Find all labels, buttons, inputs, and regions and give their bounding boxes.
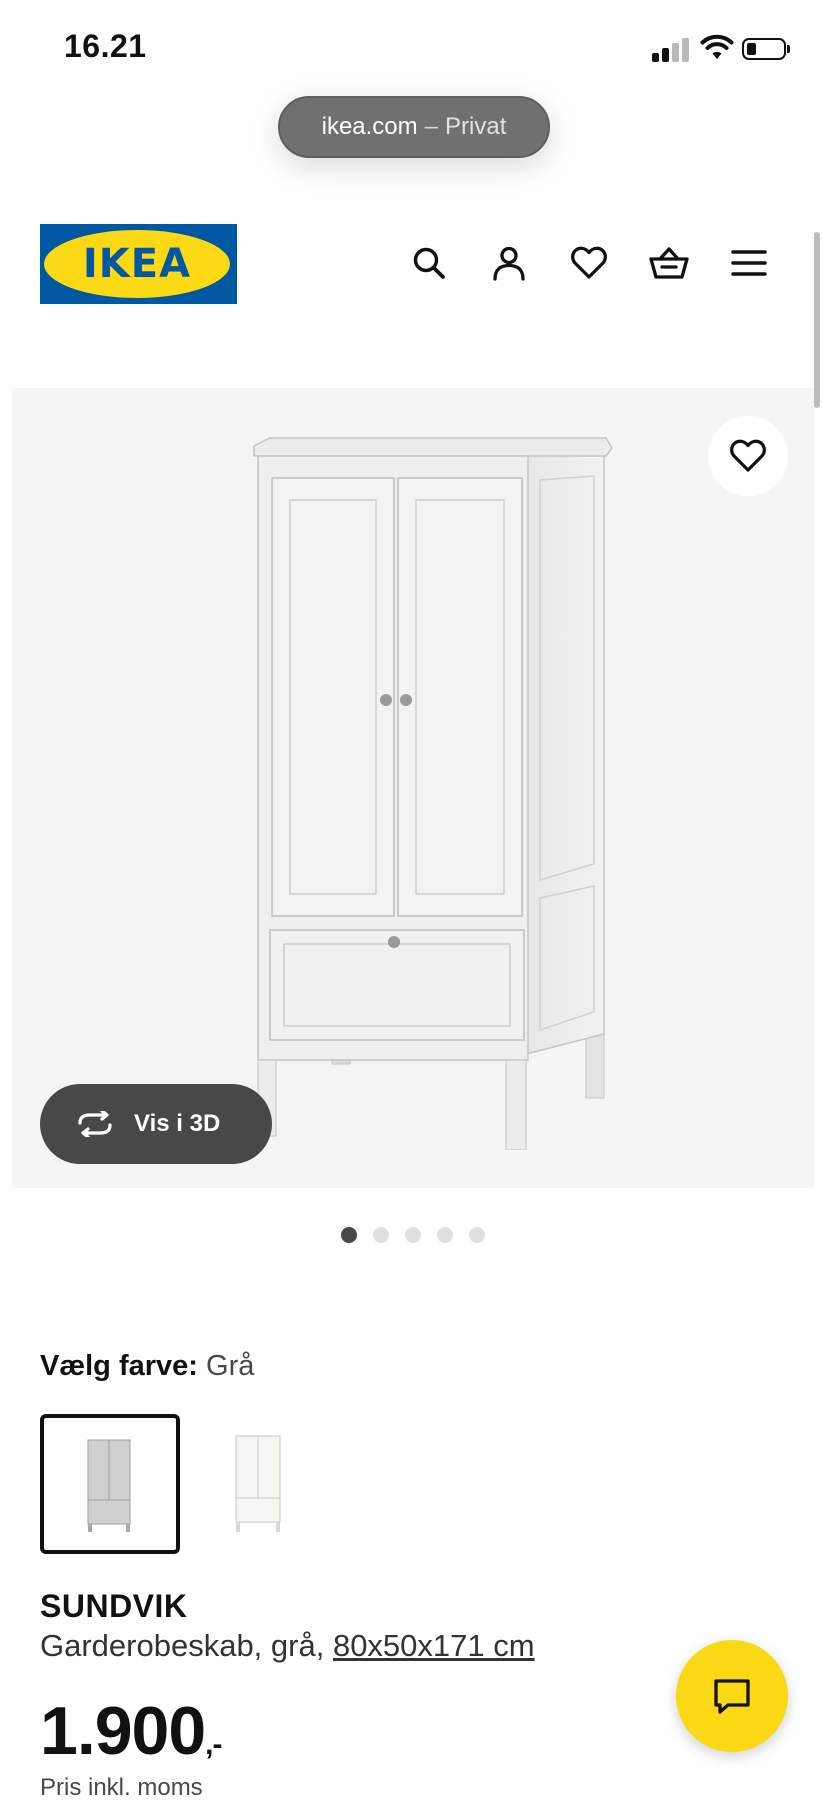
view-in-3d-label: Vis i 3D — [134, 1110, 221, 1137]
battery-icon — [742, 38, 790, 60]
favourites-icon[interactable] — [566, 240, 612, 286]
price-suffix: ,- — [205, 1728, 222, 1761]
product-price: 1.900,- — [40, 1692, 223, 1770]
url-domain: ikea.com — [321, 113, 418, 140]
chat-button[interactable] — [676, 1640, 788, 1752]
image-carousel-indicator — [341, 1227, 485, 1243]
product-dimensions-link[interactable]: 80x50x171 cm — [333, 1628, 535, 1663]
wardrobe-thumbnail-gray — [87, 1439, 131, 1532]
account-icon[interactable] — [486, 240, 532, 286]
image-favourite-button[interactable] — [708, 416, 788, 496]
product-name: SUNDVIK — [40, 1588, 188, 1624]
search-icon[interactable] — [406, 240, 452, 286]
rotate-3d-icon — [78, 1111, 112, 1137]
carousel-dot[interactable] — [373, 1227, 389, 1243]
color-swatch-white[interactable] — [188, 1414, 328, 1554]
wifi-icon — [700, 34, 734, 59]
browser-url-pill[interactable]: ikea.com – Privat — [278, 96, 550, 158]
color-label: Vælg farve: — [40, 1350, 198, 1382]
product-type: Garderobeskab, grå, — [40, 1628, 325, 1663]
color-swatch-gray[interactable] — [40, 1414, 180, 1554]
price-note: Pris inkl. moms — [40, 1774, 203, 1801]
status-time: 16.21 — [64, 28, 147, 64]
price-value: 1.900 — [40, 1693, 206, 1769]
carousel-dot[interactable] — [437, 1227, 453, 1243]
product-description: Garderobeskab, grå, 80x50x171 cm — [40, 1628, 535, 1664]
basket-icon[interactable] — [646, 240, 692, 286]
browsing-mode: Privat — [445, 113, 507, 140]
wardrobe-thumbnail-white — [235, 1435, 281, 1532]
carousel-dot[interactable] — [341, 1227, 357, 1243]
ikea-logo[interactable]: IKEA — [40, 224, 237, 304]
view-in-3d-button[interactable]: Vis i 3D — [40, 1084, 272, 1164]
menu-icon[interactable] — [726, 240, 772, 286]
color-picker-heading: Vælg farve: Grå — [40, 1350, 254, 1383]
url-separator: – — [424, 113, 439, 140]
carousel-dot[interactable] — [469, 1227, 485, 1243]
cellular-signal-icon — [652, 38, 690, 62]
carousel-dot[interactable] — [405, 1227, 421, 1243]
page-scrollbar[interactable] — [814, 232, 820, 408]
selected-color: Grå — [206, 1350, 255, 1382]
product-image-wardrobe — [253, 437, 613, 1150]
status-bar: 16.21 — [0, 0, 828, 92]
chat-bubble-icon — [714, 1679, 750, 1714]
logo-wordmark: IKEA — [83, 241, 191, 287]
heart-icon — [730, 439, 766, 472]
